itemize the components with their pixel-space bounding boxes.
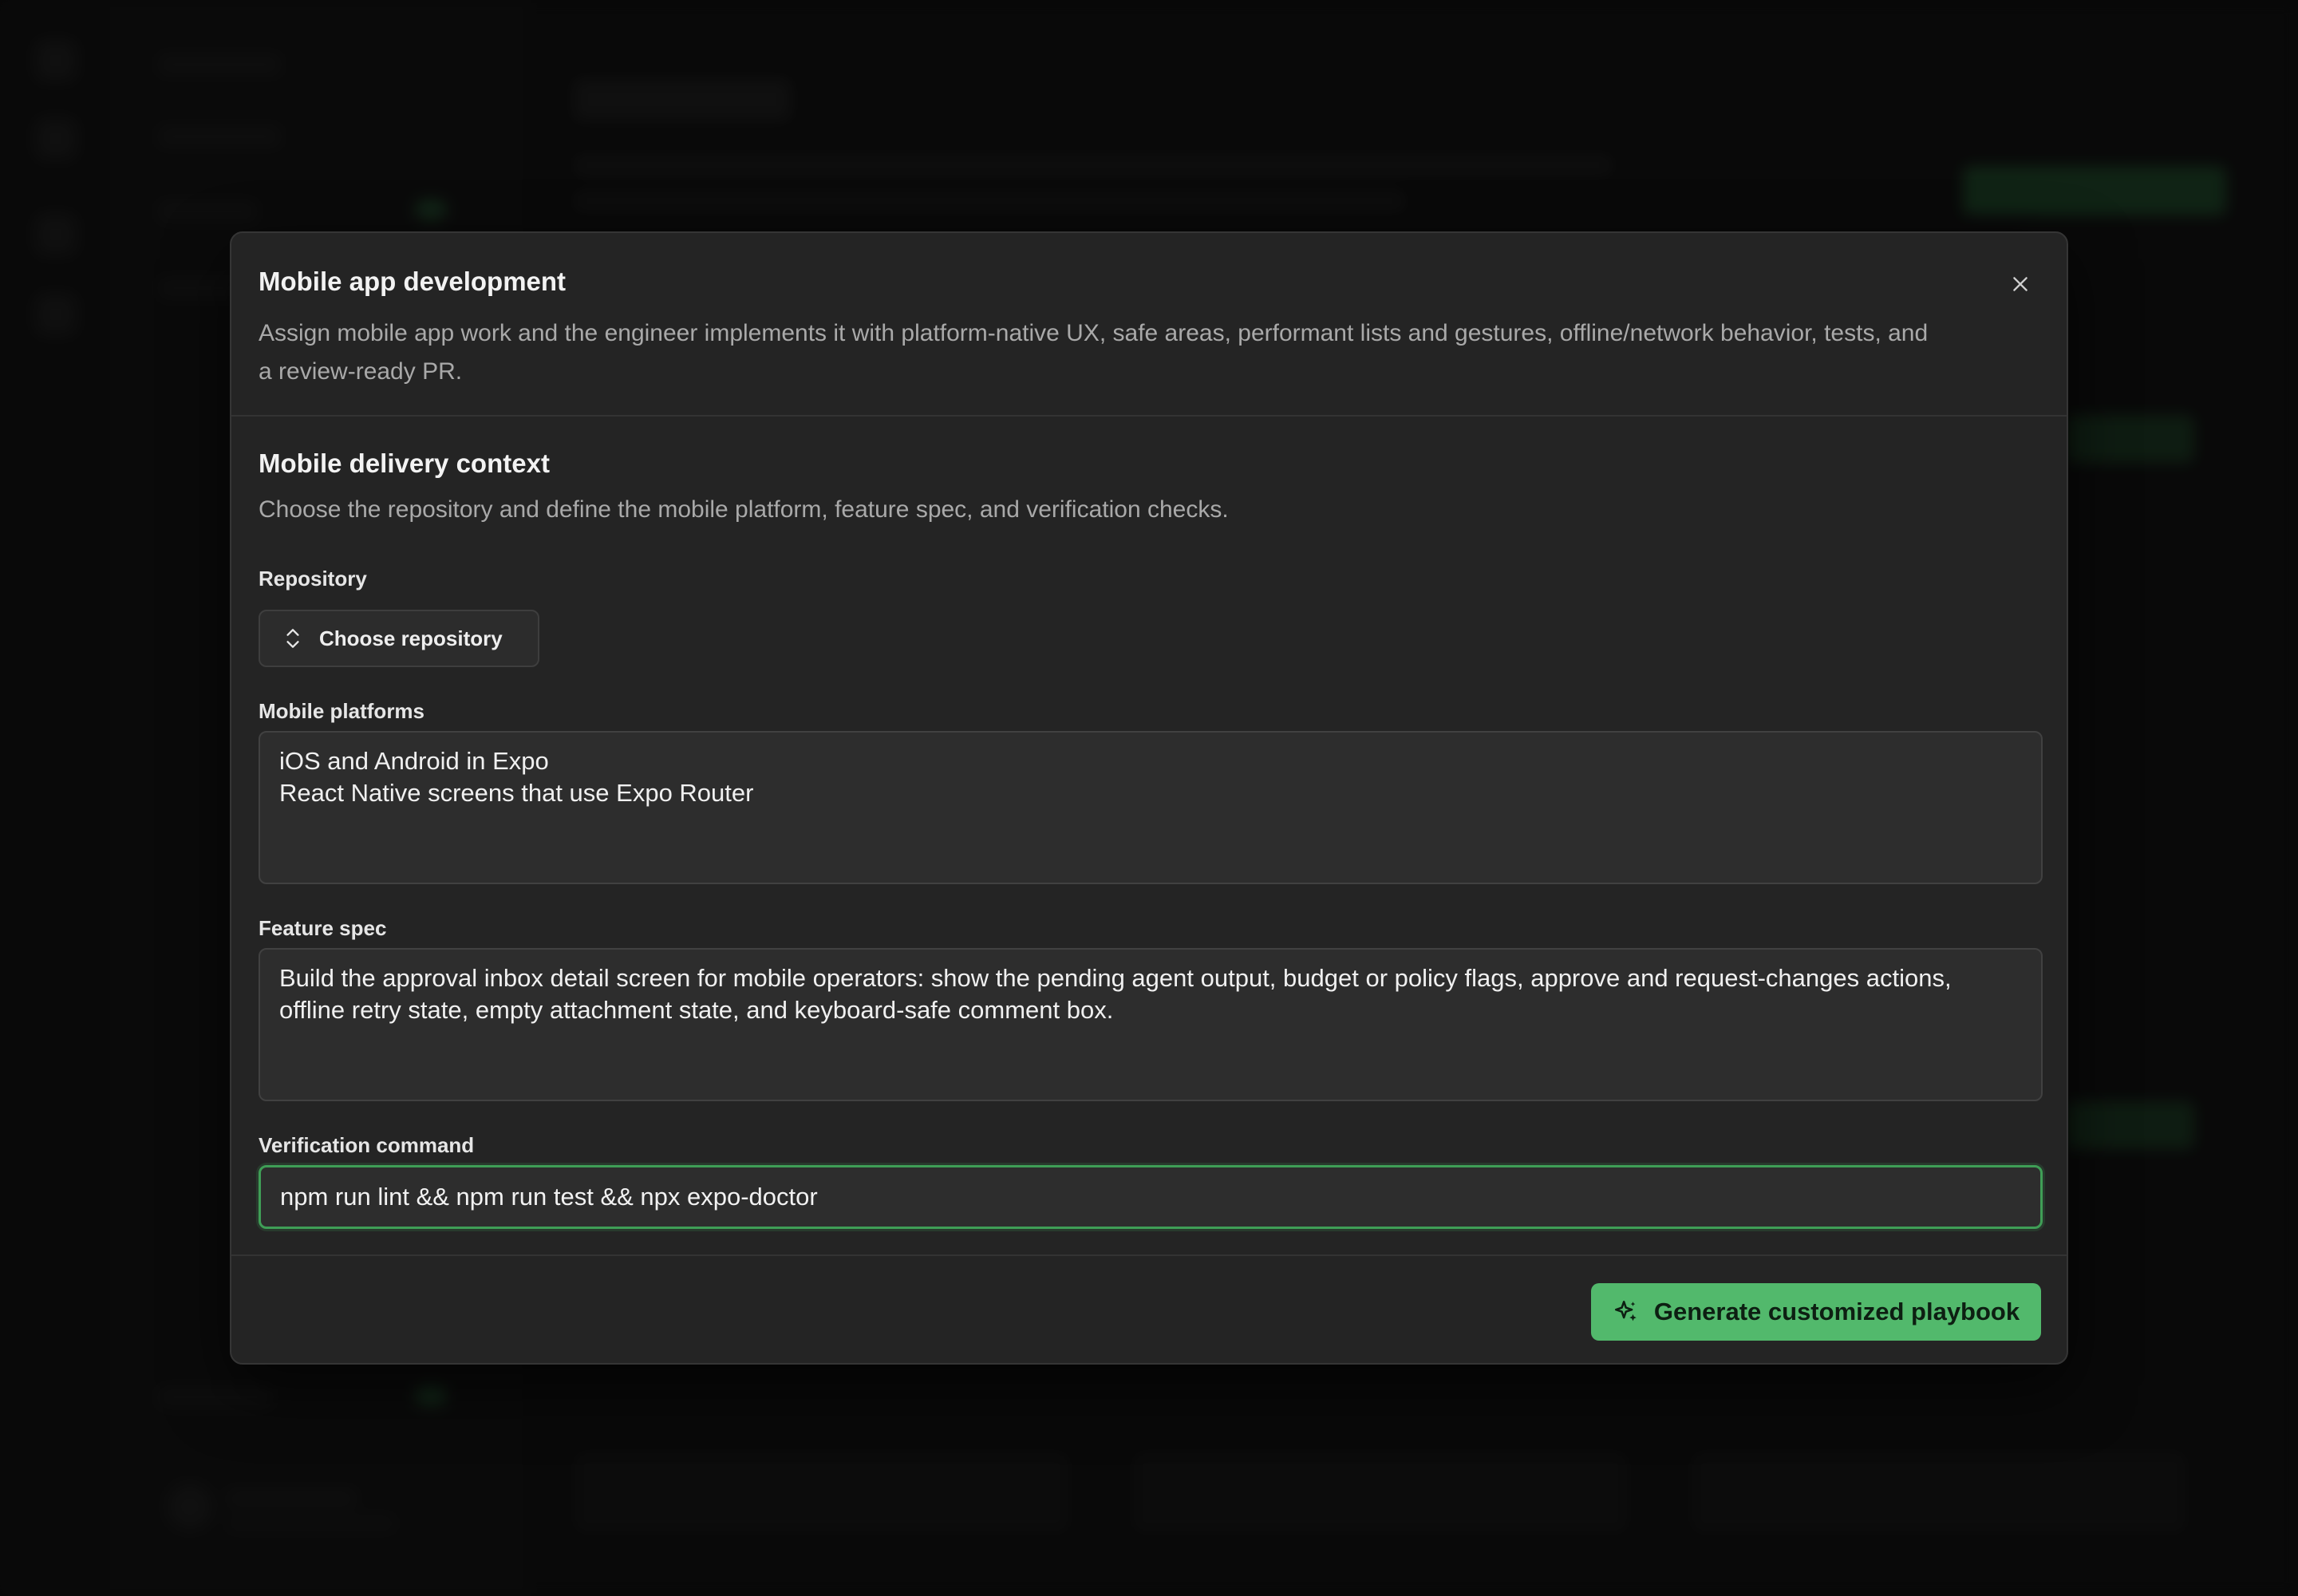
dialog-description: Assign mobile app work and the engineer …: [259, 320, 1929, 385]
repository-label: Repository: [259, 567, 367, 591]
section-description: Choose the repository and define the mob…: [259, 496, 1229, 523]
section-title: Mobile delivery context: [259, 448, 550, 478]
feature-spec-label: Feature spec: [259, 916, 387, 940]
playbook-dialog: Mobile app development Assign mobile app…: [230, 231, 2068, 1365]
mobile-platforms-label: Mobile platforms: [259, 699, 425, 723]
dialog-header: Mobile app development Assign mobile app…: [231, 233, 2067, 417]
feature-spec-textarea[interactable]: Build the approval inbox detail screen f…: [259, 948, 2043, 1101]
generate-playbook-label: Generate customized playbook: [1653, 1298, 2020, 1325]
sparkles-icon: [1614, 1300, 1637, 1321]
chevron-up-down-icon: [286, 629, 299, 648]
choose-repository-label: Choose repository: [319, 626, 503, 650]
verification-command-label: Verification command: [259, 1133, 475, 1157]
choose-repository-button[interactable]: Choose repository: [259, 610, 539, 667]
verification-command-input[interactable]: [259, 1165, 2043, 1229]
mobile-platforms-textarea[interactable]: iOS and Android in Expo React Native scr…: [259, 731, 2043, 884]
generate-playbook-button[interactable]: Generate customized playbook: [1591, 1283, 2041, 1341]
dialog-footer: Generate customized playbook: [231, 1254, 2067, 1365]
dialog-title: Mobile app development: [259, 267, 567, 296]
close-icon: [2013, 277, 2028, 291]
close-button[interactable]: [2001, 265, 2039, 303]
